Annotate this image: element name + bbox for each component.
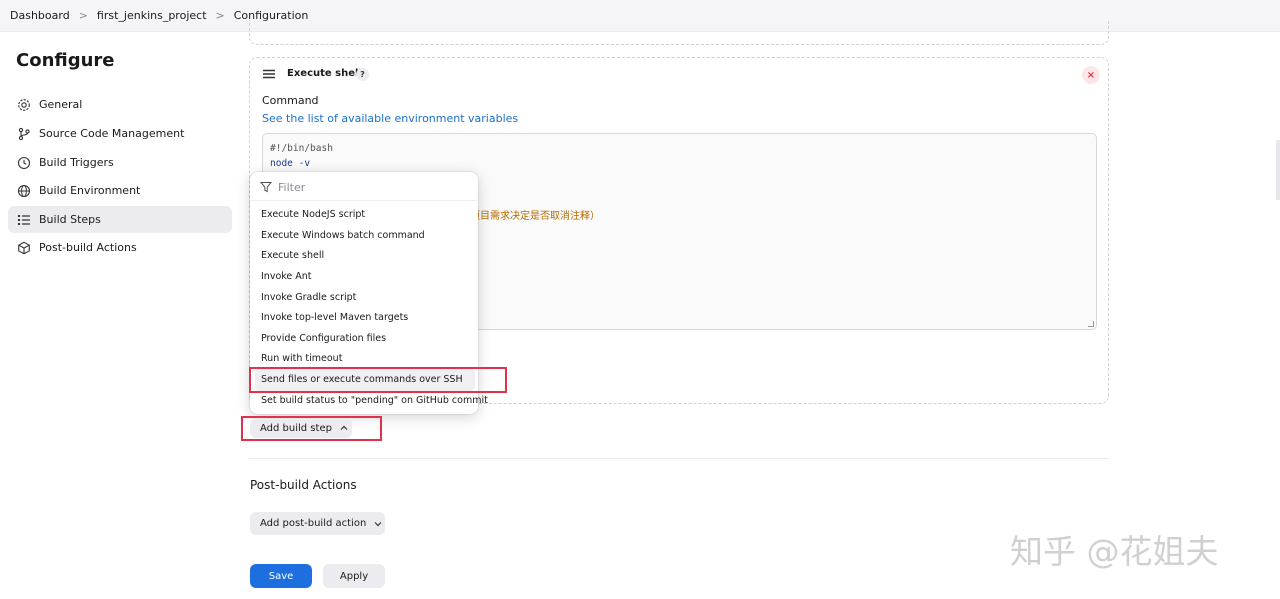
add-post-build-label: Add post-build action — [260, 518, 367, 529]
filter-input[interactable]: Filter — [260, 179, 470, 195]
post-build-section-title: Post-build Actions — [250, 478, 357, 492]
step-title: Execute shell — [287, 68, 362, 79]
drag-handle-icon[interactable] — [263, 69, 275, 79]
save-button[interactable]: Save — [250, 564, 312, 588]
sidebar-item-label: Build Triggers — [39, 156, 114, 169]
env-see-text: See — [262, 112, 283, 125]
help-icon[interactable]: ? — [356, 68, 369, 81]
sidebar-item-label: General — [39, 98, 83, 111]
sidebar-item-label: Build Environment — [39, 184, 141, 197]
code-line: 据项目需求决定是否取消注释） — [460, 211, 600, 222]
sidebar-item-source-code-management[interactable]: Source Code Management — [8, 120, 232, 147]
breadcrumb-project[interactable]: first_jenkins_project — [97, 9, 207, 22]
command-label: Command — [262, 94, 319, 107]
sidebar-item-label: Source Code Management — [39, 127, 185, 140]
sidebar-item-build-environment[interactable]: Build Environment — [8, 177, 232, 204]
cube-icon — [17, 241, 31, 255]
sidebar-item-label: Post-build Actions — [39, 241, 137, 254]
menu-item-invoke-gradle-script[interactable]: Invoke Gradle script — [261, 292, 356, 303]
resize-handle-icon[interactable] — [1088, 321, 1094, 327]
code-line: node -v — [270, 158, 311, 169]
clock-icon — [17, 156, 31, 170]
menu-item-execute-windows-batch-command[interactable]: Execute Windows batch command — [261, 230, 425, 241]
breadcrumb-dashboard[interactable]: Dashboard — [10, 9, 70, 22]
watermark: 知乎 @花姐夫 — [1010, 532, 1219, 571]
menu-item-execute-nodejs-script[interactable]: Execute NodeJS script — [261, 209, 365, 220]
divider — [249, 458, 1109, 459]
close-icon[interactable]: × — [1082, 66, 1100, 84]
gear-icon — [17, 98, 31, 112]
page-title: Configure — [16, 50, 115, 71]
code-line: #!/bin/bash — [270, 143, 333, 154]
breadcrumb-separator-icon: > — [215, 9, 225, 22]
menu-item-invoke-maven-targets[interactable]: Invoke top-level Maven targets — [261, 312, 408, 323]
sidebar-item-general[interactable]: General — [8, 91, 232, 118]
globe-icon — [17, 184, 31, 198]
menu-item-execute-shell[interactable]: Execute shell — [261, 250, 324, 261]
divider — [251, 200, 477, 201]
env-variables-link[interactable]: the list of available environment variab… — [286, 112, 518, 125]
menu-item-run-with-timeout[interactable]: Run with timeout — [261, 353, 342, 364]
sidebar-item-build-triggers[interactable]: Build Triggers — [8, 149, 232, 176]
env-variables-hint: See the list of available environment va… — [262, 112, 518, 125]
filter-placeholder: Filter — [278, 180, 306, 194]
apply-button[interactable]: Apply — [323, 564, 385, 588]
sidebar-item-build-steps[interactable]: Build Steps — [8, 206, 232, 233]
add-post-build-action-button[interactable]: Add post-build action — [250, 512, 385, 535]
highlight-box-ssh — [249, 367, 507, 393]
previous-step-card — [249, 20, 1109, 45]
menu-item-invoke-ant[interactable]: Invoke Ant — [261, 271, 312, 282]
branch-icon — [17, 127, 31, 141]
chevron-down-icon — [374, 521, 382, 526]
list-icon — [17, 213, 31, 227]
menu-item-provide-configuration-files[interactable]: Provide Configuration files — [261, 333, 386, 344]
highlight-box-add-build-step — [241, 416, 382, 441]
breadcrumb-separator-icon: > — [78, 9, 88, 22]
menu-item-set-build-status-pending[interactable]: Set build status to "pending" on GitHub … — [261, 395, 488, 406]
sidebar-item-post-build-actions[interactable]: Post-build Actions — [8, 234, 232, 261]
filter-icon — [260, 182, 272, 193]
sidebar-item-label: Build Steps — [39, 213, 101, 226]
scrollbar[interactable] — [1276, 140, 1280, 200]
